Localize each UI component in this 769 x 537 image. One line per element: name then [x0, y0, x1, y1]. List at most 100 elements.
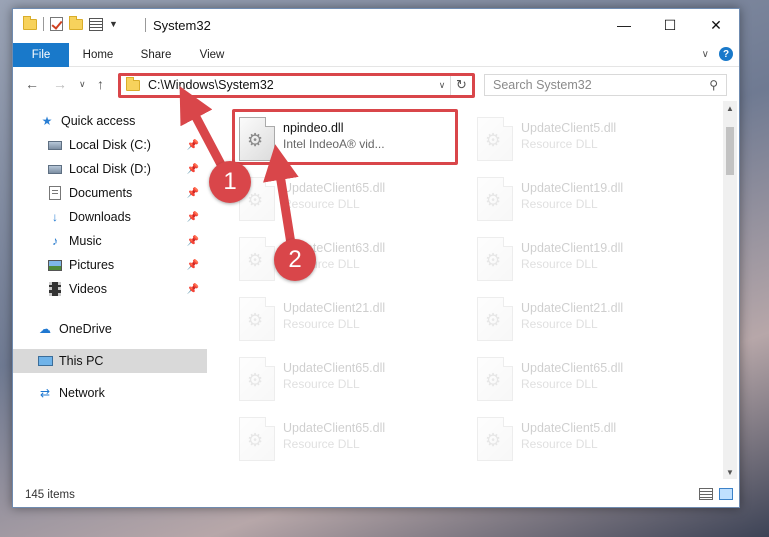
search-input[interactable] [493, 78, 693, 92]
drive-icon [48, 164, 62, 174]
address-path[interactable]: C:\Windows\System32 [148, 78, 434, 92]
item-count: 145 items [25, 489, 75, 501]
network-icon: ⇄ [39, 386, 51, 400]
scroll-down-arrow-icon[interactable]: ▼ [723, 465, 737, 479]
gear-icon: ⚙ [485, 130, 502, 150]
sidebar-item-pictures[interactable]: Pictures 📌 [13, 253, 207, 277]
sidebar-item-music[interactable]: ♪ Music 📌 [13, 229, 207, 253]
tab-share[interactable]: Share [131, 43, 181, 67]
maximize-button[interactable]: ☐ [647, 9, 693, 41]
file-name: UpdateClient65.dll [283, 361, 386, 375]
file-description: Resource DLL [521, 257, 598, 271]
file-name: UpdateClient65.dll [283, 421, 386, 435]
gear-icon: ⚙ [485, 310, 502, 330]
sidebar-item-videos[interactable]: Videos 📌 [13, 277, 207, 301]
pictures-icon [48, 259, 62, 271]
file-item[interactable]: ⚙ UpdateClient65.dll Resource DLL [235, 353, 465, 411]
file-name: UpdateClient5.dll [521, 421, 617, 435]
step-badge-1: 1 [209, 161, 251, 203]
tab-home[interactable]: Home [73, 43, 123, 67]
recent-locations-chevron-icon[interactable]: ∨ [79, 79, 86, 90]
file-name: UpdateClient5.dll [521, 121, 617, 135]
file-description: Resource DLL [521, 137, 598, 151]
search-icon[interactable]: ⚲ [709, 78, 718, 92]
sidebar-item-label: Music [69, 234, 102, 248]
dll-file-icon: ⚙ [477, 357, 513, 401]
refresh-icon[interactable]: ↻ [450, 75, 472, 95]
minimize-button[interactable]: — [601, 9, 647, 41]
sidebar-item-documents[interactable]: Documents 📌 [13, 181, 207, 205]
videos-icon [49, 282, 61, 296]
address-row: ← → ∨ ↑ C:\Windows\System32 ∨ ↻ ⚲ [13, 67, 739, 101]
properties-icon[interactable] [89, 17, 103, 31]
search-box[interactable]: ⚲ [484, 74, 727, 96]
dll-file-icon: ⚙ [477, 237, 513, 281]
file-description: Resource DLL [521, 437, 598, 451]
gear-icon: ⚙ [247, 190, 264, 210]
sidebar-item-this-pc[interactable]: This PC [13, 349, 207, 373]
sidebar-item-label: Documents [69, 186, 133, 200]
ribbon-controls: ∨ ? [702, 47, 733, 61]
sidebar-item-local-disk-d[interactable]: Local Disk (D:) 📌 [13, 157, 207, 181]
gear-icon: ⚙ [247, 370, 264, 390]
gear-icon: ⚙ [247, 310, 264, 330]
file-item[interactable]: ⚙ UpdateClient65.dll Resource DLL [235, 173, 465, 231]
file-description: Resource DLL [283, 317, 360, 331]
file-name: UpdateClient65.dll [521, 361, 624, 375]
scroll-up-arrow-icon[interactable]: ▲ [723, 101, 737, 115]
tab-file[interactable]: File [13, 43, 69, 67]
large-icons-view-icon[interactable] [719, 488, 733, 500]
dll-file-icon: ⚙ [239, 297, 275, 341]
music-icon: ♪ [52, 234, 58, 248]
file-item[interactable]: ⚙ UpdateClient5.dll Resource DLL [473, 113, 703, 171]
tab-view[interactable]: View [189, 43, 235, 67]
scroll-thumb[interactable] [726, 127, 734, 175]
dll-file-icon: ⚙ [477, 417, 513, 461]
sidebar-item-onedrive[interactable]: ☁ OneDrive [13, 317, 207, 341]
sidebar-item-local-disk-c[interactable]: Local Disk (C:) 📌 [13, 133, 207, 157]
sidebar-item-label: Videos [69, 282, 107, 296]
star-icon: ★ [41, 114, 53, 128]
properties-check-icon[interactable] [50, 17, 63, 31]
file-item[interactable]: ⚙ UpdateClient65.dll Resource DLL [473, 353, 703, 411]
pin-icon: 📌 [186, 283, 199, 295]
vertical-scrollbar[interactable]: ▲ ▼ [723, 101, 737, 479]
file-item[interactable]: ⚙ UpdateClient5.dll Resource DLL [473, 413, 703, 471]
gear-icon: ⚙ [247, 430, 264, 450]
gear-icon: ⚙ [485, 430, 502, 450]
customize-toolbar-chevron-down-icon[interactable]: ▼ [109, 19, 118, 29]
file-item[interactable]: ⚙ UpdateClient19.dll Resource DLL [473, 233, 703, 291]
help-icon[interactable]: ? [719, 47, 733, 61]
up-arrow-icon[interactable]: ↑ [97, 76, 104, 92]
details-view-icon[interactable] [699, 488, 713, 500]
file-item[interactable]: ⚙ UpdateClient21.dll Resource DLL [473, 293, 703, 351]
sidebar-item-network[interactable]: ⇄ Network [13, 381, 207, 405]
pin-icon: 📌 [186, 163, 199, 175]
pin-icon: 📌 [186, 139, 199, 151]
navigation-pane: ★ Quick access Local Disk (C:) 📌 Local D… [13, 109, 207, 479]
dll-file-icon: ⚙ [239, 417, 275, 461]
close-button[interactable]: ✕ [693, 9, 739, 41]
address-bar[interactable]: C:\Windows\System32 ∨ ↻ [119, 74, 473, 96]
documents-icon [49, 186, 61, 200]
sidebar-item-label: Quick access [61, 114, 136, 128]
file-item[interactable]: ⚙ UpdateClient19.dll Resource DLL [473, 173, 703, 231]
file-name: UpdateClient21.dll [521, 301, 624, 315]
ribbon-tabs: File Home Share View ∨ ? [13, 41, 739, 67]
file-name: UpdateClient19.dll [521, 181, 624, 195]
sidebar-item-quick-access[interactable]: ★ Quick access [13, 109, 207, 133]
new-folder-icon[interactable] [69, 15, 83, 30]
file-description: Resource DLL [521, 317, 598, 331]
address-history-chevron-icon[interactable]: ∨ [434, 80, 450, 91]
forward-arrow-icon[interactable]: → [53, 76, 67, 92]
file-item[interactable]: ⚙ UpdateClient21.dll Resource DLL [235, 293, 465, 351]
file-item[interactable]: ⚙ UpdateClient65.dll Resource DLL [235, 413, 465, 471]
file-name: UpdateClient21.dll [283, 301, 386, 315]
download-icon: ↓ [52, 210, 58, 224]
file-explorer-window: ▼ System32 — ☐ ✕ File Home Share View ∨ … [12, 8, 740, 508]
step-badge-2: 2 [274, 239, 316, 281]
file-item[interactable]: ⚙ UpdateClient63.dll Resource DLL [235, 233, 465, 291]
back-arrow-icon[interactable]: ← [25, 76, 39, 92]
sidebar-item-downloads[interactable]: ↓ Downloads 📌 [13, 205, 207, 229]
expand-ribbon-chevron-icon[interactable]: ∨ [702, 49, 709, 60]
